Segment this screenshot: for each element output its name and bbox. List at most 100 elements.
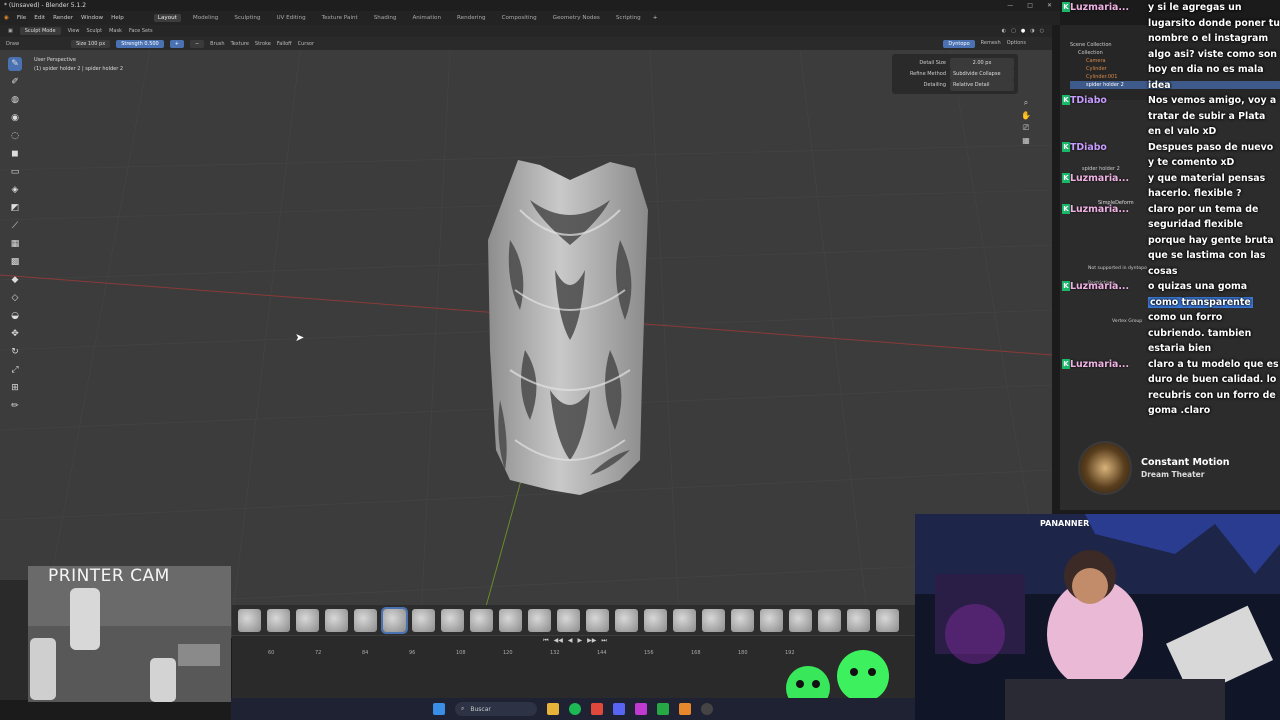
- trim-icon[interactable]: ◩: [8, 201, 22, 215]
- pan-hand-icon[interactable]: ✋: [1021, 111, 1031, 120]
- ortho-toggle-icon[interactable]: ▦: [1022, 136, 1030, 145]
- brush-thumbnail[interactable]: [847, 608, 870, 632]
- draw-sharp-icon[interactable]: ✐: [8, 75, 22, 89]
- blender-logo-icon[interactable]: ◉: [4, 15, 9, 21]
- obs-icon[interactable]: [701, 703, 713, 715]
- app-green-icon[interactable]: [657, 703, 669, 715]
- add-workspace-icon[interactable]: +: [653, 15, 658, 21]
- shading-render-icon[interactable]: ○: [1040, 28, 1044, 34]
- detailing-select[interactable]: Relative Detail: [950, 80, 1014, 91]
- mode-selector[interactable]: Sculpt Mode: [19, 27, 61, 35]
- tab-shading[interactable]: Shading: [370, 14, 401, 22]
- file-explorer-icon[interactable]: [547, 703, 559, 715]
- face-set-icon[interactable]: ◈: [8, 183, 22, 197]
- detail-size-field[interactable]: 2.00 px: [950, 58, 1014, 69]
- brush-thumbnail[interactable]: [528, 608, 551, 632]
- brush-thumbnail[interactable]: [441, 608, 464, 632]
- menu-mask[interactable]: Mask: [109, 28, 122, 34]
- brush-thumbnail[interactable]: [470, 608, 493, 632]
- shading-solid-icon[interactable]: ●: [1021, 28, 1025, 34]
- draw-brush-icon[interactable]: ✎: [8, 57, 22, 71]
- maximize-icon[interactable]: □: [1027, 2, 1033, 9]
- dyntopo-button[interactable]: Dyntopo: [943, 39, 975, 48]
- edit-face-set-icon[interactable]: ◇: [8, 291, 22, 305]
- smooth-icon[interactable]: ◌: [8, 129, 22, 143]
- brush-thumbnail-active[interactable]: [381, 606, 408, 634]
- tab-animation[interactable]: Animation: [408, 14, 445, 22]
- transform-icon[interactable]: ⊞: [8, 381, 22, 395]
- tab-scripting[interactable]: Scripting: [612, 14, 645, 22]
- tab-compositing[interactable]: Compositing: [498, 14, 541, 22]
- line-project-icon[interactable]: ⟋: [8, 219, 22, 233]
- tab-layout[interactable]: Layout: [153, 14, 181, 22]
- stroke-menu[interactable]: Stroke: [255, 41, 271, 47]
- play-icon[interactable]: ▶: [578, 637, 583, 647]
- direction-sub-icon[interactable]: −: [189, 39, 205, 48]
- brush-thumbnail[interactable]: [615, 608, 638, 632]
- brush-menu[interactable]: Brush: [210, 41, 224, 47]
- scale-icon[interactable]: ⤢: [8, 363, 22, 377]
- jump-start-icon[interactable]: ⏮: [543, 637, 548, 647]
- inflate-icon[interactable]: ◉: [8, 111, 22, 125]
- editor-type-icon[interactable]: ▣: [8, 28, 13, 34]
- taskbar-search[interactable]: ⌕ Buscar: [455, 702, 537, 716]
- box-mask-icon[interactable]: ▭: [8, 165, 22, 179]
- mask-by-color-icon[interactable]: ◒: [8, 309, 22, 323]
- prev-key-icon[interactable]: ◀◀: [554, 637, 563, 647]
- refine-method-select[interactable]: Subdivide Collapse: [950, 69, 1014, 80]
- brush-thumbnail[interactable]: [267, 608, 290, 632]
- shading-material-icon[interactable]: ◑: [1030, 28, 1034, 34]
- close-icon[interactable]: ✕: [1047, 2, 1052, 9]
- blender-taskbar-icon[interactable]: [679, 703, 691, 715]
- tab-uv-editing[interactable]: UV Editing: [272, 14, 309, 22]
- brush-strength-field[interactable]: Strength 0.500: [116, 39, 164, 48]
- brush-thumbnail[interactable]: [354, 608, 377, 632]
- minimize-icon[interactable]: —: [1007, 2, 1013, 9]
- browser-icon[interactable]: [591, 703, 603, 715]
- annotate-icon[interactable]: ✏: [8, 399, 22, 413]
- jump-end-icon[interactable]: ⏭: [601, 637, 606, 647]
- zoom-icon[interactable]: ⌕: [1024, 98, 1028, 108]
- move-icon[interactable]: ✥: [8, 327, 22, 341]
- direction-add-icon[interactable]: +: [169, 39, 184, 48]
- brush-thumbnail[interactable]: [238, 608, 261, 632]
- texture-menu[interactable]: Texture: [231, 41, 249, 47]
- brush-thumbnail[interactable]: [325, 608, 348, 632]
- mask-icon[interactable]: ◼: [8, 147, 22, 161]
- menu-sculpt[interactable]: Sculpt: [86, 28, 102, 34]
- brush-thumbnail[interactable]: [499, 608, 522, 632]
- menu-help[interactable]: Help: [111, 15, 124, 21]
- falloff-menu[interactable]: Falloff: [277, 41, 292, 47]
- brush-thumbnail[interactable]: [789, 608, 812, 632]
- brush-thumbnail[interactable]: [557, 608, 580, 632]
- camera-view-icon[interactable]: ⎚: [1023, 123, 1029, 133]
- xray-icon[interactable]: ▢: [1011, 28, 1016, 34]
- mesh-filter-icon[interactable]: ▦: [8, 237, 22, 251]
- menu-view[interactable]: View: [68, 28, 80, 34]
- next-key-icon[interactable]: ▶▶: [587, 637, 596, 647]
- app-icon[interactable]: [635, 703, 647, 715]
- menu-window[interactable]: Window: [81, 15, 103, 21]
- clay-icon[interactable]: ◍: [8, 93, 22, 107]
- play-reverse-icon[interactable]: ◀: [568, 637, 573, 647]
- menu-file[interactable]: File: [17, 15, 26, 21]
- tab-geometry-nodes[interactable]: Geometry Nodes: [549, 14, 604, 22]
- discord-icon[interactable]: [613, 703, 625, 715]
- cursor-menu[interactable]: Cursor: [298, 41, 314, 47]
- brush-thumbnail[interactable]: [296, 608, 319, 632]
- brush-thumbnail[interactable]: [876, 608, 899, 632]
- tab-sculpting[interactable]: Sculpting: [230, 14, 264, 22]
- menu-edit[interactable]: Edit: [34, 15, 45, 21]
- cloth-filter-icon[interactable]: ▩: [8, 255, 22, 269]
- tab-modeling[interactable]: Modeling: [189, 14, 222, 22]
- remesh-button[interactable]: Remesh: [981, 40, 1001, 48]
- brush-thumbnail[interactable]: [760, 608, 783, 632]
- sculpt-model[interactable]: [470, 150, 670, 500]
- color-filter-icon[interactable]: ◆: [8, 273, 22, 287]
- spotify-icon[interactable]: [569, 703, 581, 715]
- brush-thumbnail[interactable]: [818, 608, 841, 632]
- brush-thumbnail[interactable]: [586, 608, 609, 632]
- brush-thumbnail[interactable]: [412, 608, 435, 632]
- options-button[interactable]: Options: [1007, 40, 1026, 48]
- brush-thumbnail[interactable]: [644, 608, 667, 632]
